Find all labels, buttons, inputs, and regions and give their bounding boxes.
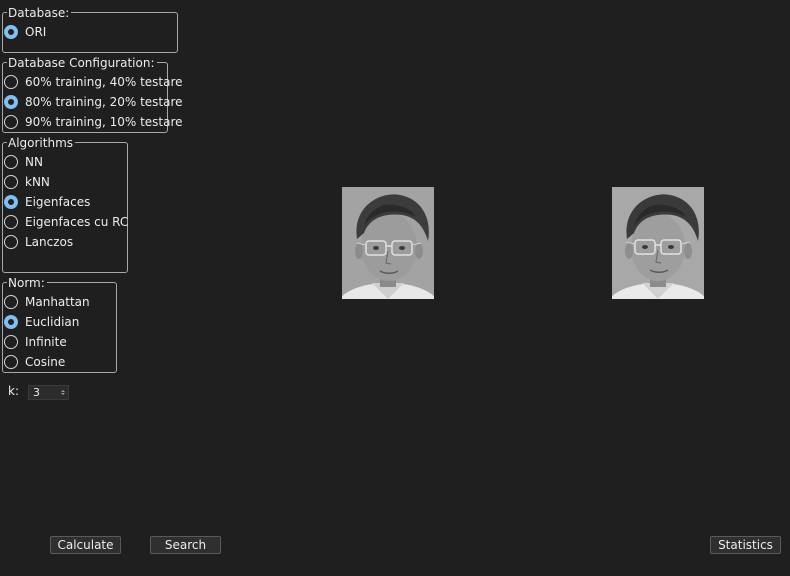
radio-config-90-10-label: 90% training, 10% testare [25, 115, 183, 129]
radio-norm-euclidian[interactable]: Euclidian [4, 313, 79, 331]
radio-config-80-20[interactable]: 80% training, 20% testare [4, 93, 183, 111]
radio-algorithm-knn[interactable]: kNN [4, 173, 50, 191]
radio-algorithm-knn-indicator[interactable] [4, 175, 18, 189]
radio-norm-infinite[interactable]: Infinite [4, 333, 67, 351]
radio-norm-euclidian-label: Euclidian [25, 315, 80, 329]
radio-ori-indicator[interactable] [4, 25, 18, 39]
radio-algorithm-nn-label: NN [25, 155, 43, 169]
radio-config-90-10-indicator[interactable] [4, 115, 18, 129]
radio-algorithm-lanczos-label: Lanczos [25, 235, 74, 249]
spin-up-icon[interactable] [61, 390, 65, 392]
radio-algorithm-nn[interactable]: NN [4, 153, 43, 171]
search-button[interactable]: Search [150, 536, 221, 554]
radio-config-60-40[interactable]: 60% training, 40% testare [4, 73, 183, 91]
radio-config-80-20-indicator[interactable] [4, 95, 18, 109]
result-face-image [612, 187, 704, 299]
calculate-button[interactable]: Calculate [50, 536, 121, 554]
radio-algorithm-eigenfaces-rc-indicator[interactable] [4, 215, 18, 229]
radio-config-80-20-label: 80% training, 20% testare [25, 95, 183, 109]
radio-algorithm-lanczos[interactable]: Lanczos [4, 233, 73, 251]
face-portrait-icon [612, 187, 704, 299]
radio-norm-cosine-indicator[interactable] [4, 355, 18, 369]
norm-title: Norm: [7, 276, 47, 290]
radio-config-60-40-label: 60% training, 40% testare [25, 75, 183, 89]
radio-norm-manhattan-label: Manhattan [25, 295, 90, 309]
radio-norm-manhattan-indicator[interactable] [4, 295, 18, 309]
radio-norm-manhattan[interactable]: Manhattan [4, 293, 90, 311]
database-group: Database: ORI [2, 6, 178, 53]
radio-norm-cosine-label: Cosine [25, 355, 66, 369]
radio-algorithm-eigenfaces-rc-label: Eigenfaces cu RC [25, 215, 129, 229]
algorithms-group: Algorithms NN kNN Eigenfaces Eigenfaces … [2, 136, 128, 273]
k-label: k: [8, 384, 19, 398]
radio-config-90-10[interactable]: 90% training, 10% testare [4, 113, 183, 131]
statistics-button[interactable]: Statistics [710, 536, 781, 554]
radio-algorithm-eigenfaces-label: Eigenfaces [25, 195, 91, 209]
radio-norm-infinite-indicator[interactable] [4, 335, 18, 349]
database-group-title: Database: [7, 6, 72, 20]
database-configuration-title: Database Configuration: [7, 56, 157, 70]
radio-norm-cosine[interactable]: Cosine [4, 353, 65, 371]
spin-down-icon[interactable] [61, 393, 65, 395]
radio-ori[interactable]: ORI [4, 23, 46, 41]
face-portrait-icon [342, 187, 434, 299]
radio-algorithm-eigenfaces[interactable]: Eigenfaces [4, 193, 90, 211]
norm-group: Norm: Manhattan Euclidian Infinite Cosin… [2, 276, 117, 373]
radio-algorithm-knn-label: kNN [25, 175, 50, 189]
k-spinbox[interactable]: 3 [28, 385, 69, 400]
radio-norm-infinite-label: Infinite [25, 335, 67, 349]
test-face-image [342, 187, 434, 299]
radio-config-60-40-indicator[interactable] [4, 75, 18, 89]
k-spinbox-value[interactable]: 3 [29, 386, 59, 399]
radio-ori-label: ORI [25, 25, 47, 39]
algorithms-title: Algorithms [7, 136, 76, 150]
radio-algorithm-eigenfaces-rc[interactable]: Eigenfaces cu RC [4, 213, 128, 231]
radio-algorithm-eigenfaces-indicator[interactable] [4, 195, 18, 209]
radio-algorithm-lanczos-indicator[interactable] [4, 235, 18, 249]
database-configuration-group: Database Configuration: 60% training, 40… [2, 56, 183, 133]
radio-algorithm-nn-indicator[interactable] [4, 155, 18, 169]
radio-norm-euclidian-indicator[interactable] [4, 315, 18, 329]
k-spinbox-arrows[interactable] [59, 386, 67, 399]
